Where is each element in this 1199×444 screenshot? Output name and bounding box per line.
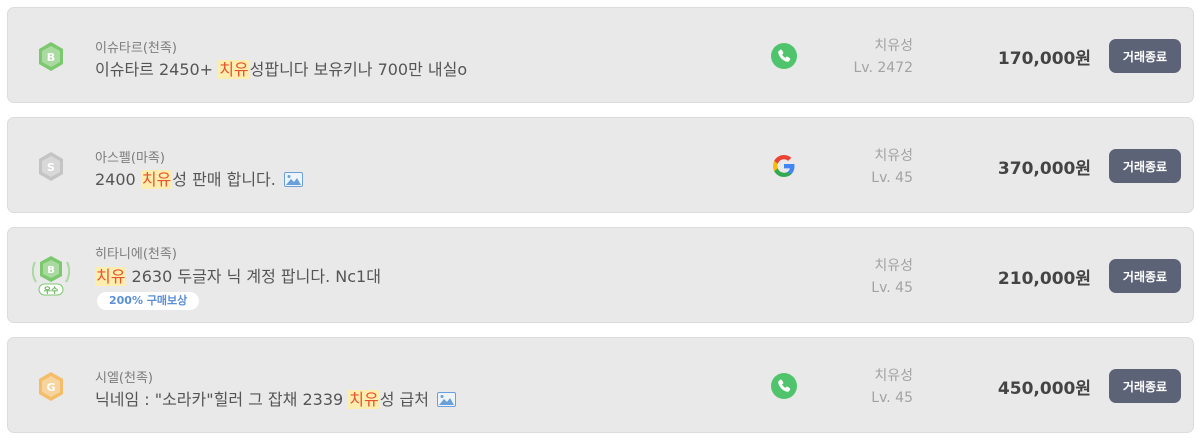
character-info: 치유성 Lv. 2472: [843, 35, 913, 79]
price: 170,000원: [997, 49, 1091, 69]
grade-badge: B 우수: [30, 252, 72, 296]
image-attached-icon: [283, 172, 303, 187]
trade-closed-button[interactable]: 거래종료: [1109, 149, 1181, 183]
svg-text:S: S: [47, 161, 55, 174]
phone-icon: [771, 373, 797, 399]
listing-list: B 이슈타르(천족) 이슈타르 2450+ 치유성팝니다 보유키나 700만 내…: [0, 0, 1199, 444]
grade-badge: G: [30, 366, 72, 408]
excellent-badge-icon: B 우수: [31, 256, 71, 296]
grade-badge: B: [30, 36, 72, 78]
phone-icon: [771, 43, 797, 69]
svg-text:B: B: [47, 265, 55, 276]
job-class: 치유성: [874, 148, 913, 164]
price: 210,000원: [997, 269, 1091, 289]
svg-text:우수: 우수: [44, 286, 59, 295]
listing-title[interactable]: 이슈타르 2450+ 치유성팝니다 보유키나 700만 내실o: [95, 56, 467, 80]
keyword-highlight: 치유: [348, 390, 380, 409]
listing-card[interactable]: S 아스펠(마족) 2400 치유성 판매 합니다. 치유성 Lv. 45 37…: [7, 117, 1194, 213]
character-level: Lv. 45: [871, 280, 913, 296]
grade-badge: S: [30, 146, 72, 188]
svg-text:B: B: [47, 51, 55, 64]
trade-closed-button[interactable]: 거래종료: [1109, 259, 1181, 293]
job-class: 치유성: [874, 368, 913, 384]
seller-name: 이슈타르(천족): [95, 41, 177, 56]
price: 450,000원: [997, 379, 1091, 399]
trade-closed-button[interactable]: 거래종료: [1109, 369, 1181, 403]
character-level: Lv. 45: [871, 170, 913, 186]
keyword-highlight: 치유: [218, 60, 250, 79]
character-info: 치유성 Lv. 45: [843, 145, 913, 189]
job-class: 치유성: [874, 258, 913, 274]
character-level: Lv. 45: [871, 390, 913, 406]
seller-name: 히타니에(천족): [95, 247, 177, 262]
hexagon-badge-icon: B: [39, 42, 63, 71]
listing-title[interactable]: 닉네임 : "소라카"힐러 그 잡채 2339 치유성 급처: [95, 386, 456, 410]
keyword-highlight: 치유: [95, 267, 127, 286]
google-icon: [771, 153, 797, 179]
listing-card[interactable]: B 우수 히타니에(천족) 치유 2630 두글자 닉 계정 팝니다. Nc1대…: [7, 227, 1194, 323]
purchase-reward-tag: 200% 구매보상: [97, 292, 200, 310]
listing-title[interactable]: 2400 치유성 판매 합니다.: [95, 166, 303, 190]
image-attached-icon: [436, 392, 456, 407]
job-class: 치유성: [874, 38, 913, 54]
listing-card[interactable]: G 시엘(천족) 닉네임 : "소라카"힐러 그 잡채 2339 치유성 급처 …: [7, 337, 1194, 433]
seller-name: 아스펠(마족): [95, 151, 165, 166]
hexagon-badge-icon: G: [39, 372, 63, 401]
character-info: 치유성 Lv. 45: [843, 255, 913, 299]
seller-name: 시엘(천족): [95, 371, 153, 386]
trade-closed-button[interactable]: 거래종료: [1109, 39, 1181, 73]
price: 370,000원: [997, 159, 1091, 179]
listing-title[interactable]: 치유 2630 두글자 닉 계정 팝니다. Nc1대: [95, 263, 381, 287]
character-level: Lv. 2472: [853, 60, 913, 76]
listing-card[interactable]: B 이슈타르(천족) 이슈타르 2450+ 치유성팝니다 보유키나 700만 내…: [7, 7, 1194, 103]
keyword-highlight: 치유: [140, 170, 173, 189]
hexagon-badge-icon: S: [39, 152, 63, 181]
svg-text:G: G: [46, 381, 55, 394]
character-info: 치유성 Lv. 45: [843, 365, 913, 409]
